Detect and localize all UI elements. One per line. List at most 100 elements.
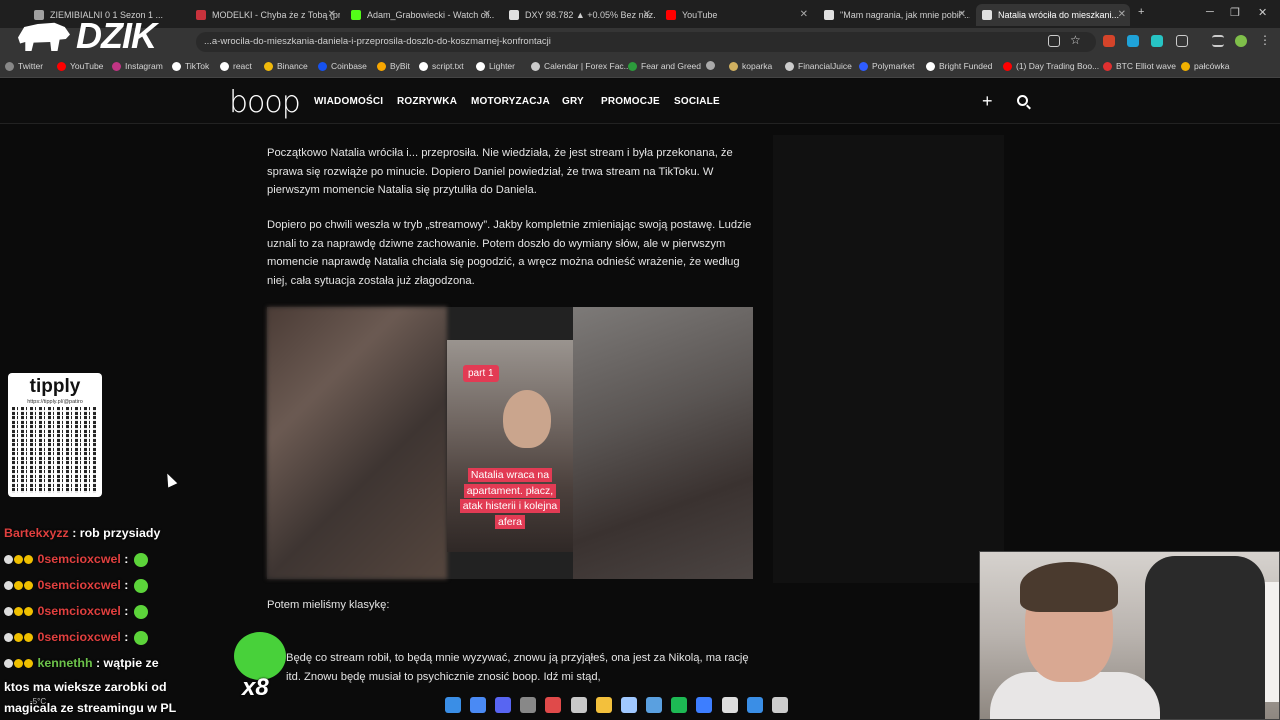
- weather-widget[interactable]: -5°C: [30, 697, 46, 706]
- green-emote-icon: [134, 552, 149, 567]
- bookmark-item[interactable]: (1) Day Trading Boo...: [1003, 61, 1099, 71]
- bookmark-item[interactable]: Binance: [264, 61, 308, 71]
- maximize-icon[interactable]: ❐: [1230, 6, 1240, 19]
- green-emote-icon: [234, 632, 286, 680]
- video-blur-left: [267, 307, 447, 579]
- bookmark-item[interactable]: koparka: [729, 61, 772, 71]
- bookmark-item[interactable]: Twitter: [5, 61, 43, 71]
- part-badge: part 1: [463, 365, 499, 382]
- new-tab-icon[interactable]: +: [1138, 6, 1144, 18]
- chat-badge-icon: [4, 581, 13, 591]
- chat-username[interactable]: Bartekxyzz: [4, 526, 69, 540]
- minimize-icon[interactable]: ─: [1206, 6, 1214, 18]
- close-icon[interactable]: ✕: [1118, 9, 1126, 20]
- star-icon[interactable]: ☆: [1070, 33, 1082, 47]
- nav-motoryzacja[interactable]: MOTORYZACJA: [471, 96, 550, 107]
- bookmark-item[interactable]: react: [220, 61, 252, 71]
- puzzle-icon[interactable]: [1176, 35, 1188, 47]
- bookmark-item[interactable]: ByBit: [377, 61, 410, 71]
- nav-wiadomosci[interactable]: WIADOMOŚCI: [314, 96, 383, 107]
- extension-icon[interactable]: [1127, 35, 1139, 47]
- taskbar-app-icon[interactable]: [772, 697, 789, 713]
- taskbar-app-icon[interactable]: [494, 697, 511, 713]
- taskbar-app-icon[interactable]: [620, 697, 637, 713]
- taskbar-app-icon[interactable]: [444, 697, 461, 713]
- nav-rozrywka[interactable]: ROZRYWKA: [397, 96, 457, 107]
- bookmark-item[interactable]: Bright Funded: [926, 61, 992, 71]
- close-icon[interactable]: ✕: [483, 9, 491, 20]
- bookmark-item[interactable]: pałcówka: [1181, 61, 1229, 71]
- taskbar-app-icon[interactable]: [671, 697, 688, 713]
- bookmark-item[interactable]: script.txt: [419, 61, 464, 71]
- tipply-logo: tipply: [29, 376, 81, 397]
- bookmark-item[interactable]: BTC Elliot wave: [1103, 61, 1176, 71]
- nav-gry[interactable]: GRY: [562, 96, 584, 107]
- nav-promocje[interactable]: PROMOCJE: [601, 96, 660, 107]
- bookmark-item[interactable]: Polymarket: [859, 61, 915, 71]
- plus-icon[interactable]: +: [982, 91, 993, 112]
- chat-username[interactable]: 0semcioxcwel: [37, 630, 120, 644]
- taskbar-app-icon[interactable]: [570, 697, 587, 713]
- bookmark-item[interactable]: YouTube: [57, 61, 103, 71]
- streamer-hair: [1020, 562, 1118, 612]
- bookmark-icon: [859, 61, 868, 71]
- bookmark-item[interactable]: [706, 61, 719, 70]
- bookmark-label: TikTok: [185, 61, 210, 71]
- bookmark-icon: [57, 61, 66, 71]
- close-icon[interactable]: ✕: [800, 9, 808, 20]
- taskbar-app-icon[interactable]: [746, 697, 763, 713]
- taskbar-app-icon[interactable]: [595, 697, 612, 713]
- taskbar-app-icon[interactable]: [520, 697, 537, 713]
- bookmark-item[interactable]: Lighter: [476, 61, 515, 71]
- tab-2[interactable]: MODELKI - Chyba że z Tobą (pro... ✕: [190, 4, 340, 26]
- more-icon[interactable]: ⋮: [1259, 33, 1271, 47]
- bookmark-label: Coinbase: [331, 61, 367, 71]
- embedded-video[interactable]: part 1 Natalia wraca na apartament. płac…: [267, 307, 753, 579]
- taskbar-app-icon[interactable]: [469, 697, 486, 713]
- close-icon[interactable]: ✕: [958, 9, 966, 20]
- bookmark-item[interactable]: Instagram: [112, 61, 163, 71]
- menu-icon[interactable]: [1212, 35, 1224, 47]
- chat-badge-icon: [24, 607, 33, 617]
- bookmark-item[interactable]: TikTok: [172, 61, 209, 71]
- site-logo[interactable]: boop: [229, 85, 301, 120]
- bookmark-icon: [264, 61, 273, 71]
- chat-username[interactable]: 0semcioxcwel: [37, 552, 120, 566]
- bookmark-item[interactable]: Coinbase: [318, 61, 367, 71]
- chat-text: : rob przysiady: [72, 526, 161, 540]
- chat-username[interactable]: 0semcioxcwel: [37, 604, 120, 618]
- extension-icon[interactable]: [1103, 35, 1115, 47]
- chat-badge-icon: [14, 659, 23, 669]
- article-paragraph: Potem mieliśmy klasykę:: [267, 599, 390, 611]
- extension-icon[interactable]: [1151, 35, 1163, 47]
- tab-6[interactable]: "Mam nagrania, jak mnie pobił"... ✕: [818, 4, 970, 26]
- profile-avatar[interactable]: [1235, 35, 1247, 47]
- bookmark-icon: [318, 61, 327, 71]
- chat-username[interactable]: 0semcioxcwel: [37, 578, 120, 592]
- nav-sociale[interactable]: SOCIALE: [674, 96, 720, 107]
- tab-4[interactable]: DXY 98.782 ▲ +0.05% Bez naz... ✕: [503, 4, 655, 26]
- chat-badge-icon: [24, 581, 33, 591]
- search-icon[interactable]: [1017, 95, 1028, 106]
- url-field[interactable]: ...a-wrocila-do-mieszkania-daniela-i-prz…: [196, 32, 1096, 52]
- tab-favicon: [351, 10, 361, 20]
- taskbar-app-icon[interactable]: [696, 697, 713, 713]
- tab-3[interactable]: Adam_Grabowiecki - Watch cli... ✕: [345, 4, 495, 26]
- bookmark-icon: [5, 61, 14, 71]
- bookmark-item[interactable]: FinancialJuice: [785, 61, 852, 71]
- close-icon[interactable]: ✕: [328, 9, 336, 20]
- bookmark-item[interactable]: Fear and Greed: [628, 61, 701, 71]
- tab-7-active[interactable]: Natalia wróciła do mieszkani... ✕: [976, 4, 1130, 26]
- chat-badge-icon: [14, 633, 23, 643]
- taskbar-app-icon[interactable]: [545, 697, 562, 713]
- chat-message: kennethh : wątpie ze: [4, 656, 159, 670]
- close-window-icon[interactable]: ✕: [1258, 6, 1267, 19]
- install-app-icon[interactable]: [1048, 35, 1060, 47]
- chat-text: :: [124, 552, 129, 566]
- close-icon[interactable]: ✕: [643, 9, 651, 20]
- chat-username[interactable]: kennethh: [37, 656, 92, 670]
- bookmark-item[interactable]: Calendar | Forex Fac...: [531, 61, 631, 71]
- tab-5[interactable]: YouTube ✕: [660, 4, 812, 26]
- taskbar-app-icon[interactable]: [721, 697, 738, 713]
- taskbar-app-icon[interactable]: [646, 697, 663, 713]
